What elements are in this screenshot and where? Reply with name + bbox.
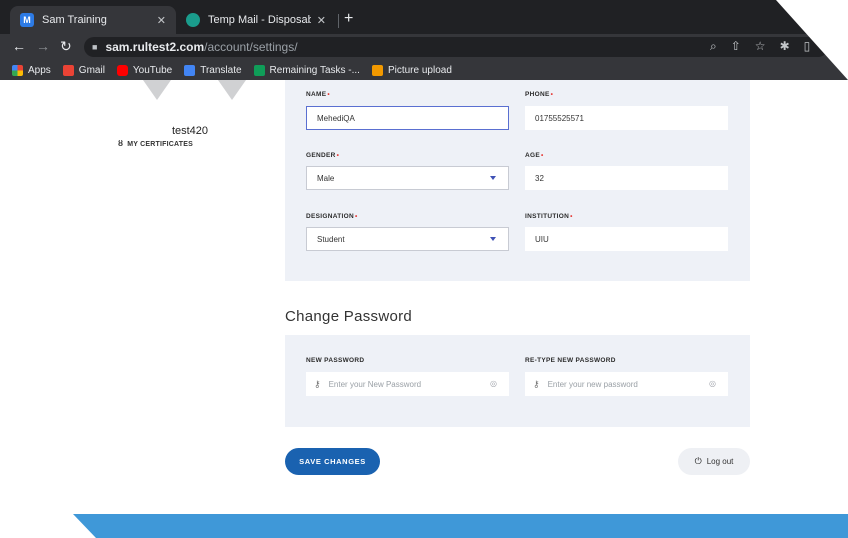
close-icon[interactable]: ✕ — [157, 14, 166, 27]
institution-field[interactable]: UIU — [525, 227, 728, 251]
bookmark-label: Apps — [28, 64, 51, 76]
corner-cut — [776, 0, 848, 80]
retype-password-input[interactable]: ⚷ Enter your new password ◎ — [525, 372, 728, 396]
label-text: GENDER — [306, 152, 336, 159]
key-icon: ⚷ — [314, 378, 321, 389]
decorative-chevron — [218, 80, 246, 100]
tab-temp-mail[interactable]: Temp Mail - Disposable Tempo ✕ — [176, 6, 336, 34]
close-icon[interactable]: ✕ — [317, 14, 326, 27]
bookmark-label: Gmail — [78, 64, 105, 76]
gender-value: Male — [317, 173, 335, 183]
required-marker: • — [354, 213, 358, 220]
back-arrow-icon[interactable]: ← — [12, 38, 26, 54]
browser-chrome: M Sam Training ✕ Temp Mail - Disposable … — [0, 0, 848, 80]
phone-label: PHONE• — [525, 91, 553, 98]
bookmark-remaining-tasks[interactable]: Remaining Tasks -... — [253, 64, 360, 76]
share-icon[interactable]: ⇧ — [731, 39, 741, 54]
new-tab-icon[interactable]: + — [344, 10, 353, 28]
label-text: INSTITUTION — [525, 213, 570, 220]
new-password-input[interactable]: ⚷ Enter your New Password ◎ — [306, 372, 509, 396]
browser-toolbar: ← → ↻ ■ sam.rultest2.com /account/settin… — [0, 34, 848, 60]
required-marker: • — [541, 152, 544, 159]
profile-form-card: NAME• MehediQA PHONE• 01755525571 GENDER… — [285, 80, 750, 281]
url-path: /account/settings/ — [204, 40, 298, 54]
tab-title: Temp Mail - Disposable Tempo — [208, 14, 311, 26]
certificates-label: MY CERTIFICATES — [127, 141, 193, 148]
search-icon[interactable]: ⌕ — [710, 39, 717, 54]
chevron-down-icon — [490, 176, 496, 180]
save-changes-button[interactable]: SAVE CHANGES — [285, 448, 380, 475]
new-password-label: NEW PASSWORD — [306, 357, 365, 364]
name-label: NAME• — [306, 91, 330, 98]
eye-slash-icon[interactable]: ◎ — [490, 379, 497, 388]
bookmark-label: YouTube — [132, 64, 173, 76]
bookmark-translate[interactable]: Translate — [184, 64, 242, 76]
retype-password-placeholder: Enter your new password — [547, 379, 638, 389]
designation-value: Student — [317, 234, 345, 244]
tab-title: Sam Training — [42, 14, 107, 26]
age-field[interactable]: 32 — [525, 166, 728, 190]
bookmarks-bar: Apps Gmail YouTube Translate Remaining T… — [0, 60, 848, 80]
footer-band — [73, 514, 848, 538]
key-icon: ⚷ — [533, 378, 540, 389]
designation-select[interactable]: Student — [306, 227, 509, 251]
lock-icon: ■ — [92, 42, 98, 52]
apps-grid-icon — [12, 64, 23, 76]
bookmark-label: Picture upload — [387, 64, 452, 76]
star-icon[interactable]: ☆ — [755, 39, 766, 54]
sam-training-favicon-icon: M — [20, 13, 34, 27]
required-marker: • — [327, 91, 330, 98]
decorative-chevron — [143, 80, 171, 100]
age-label: AGE• — [525, 152, 544, 159]
logout-label: Log out — [706, 457, 734, 466]
name-field[interactable]: MehediQA — [306, 106, 509, 130]
label-text: AGE — [525, 152, 540, 159]
reload-icon[interactable]: ↻ — [60, 38, 72, 55]
new-password-placeholder: Enter your New Password — [328, 379, 422, 389]
forward-arrow-icon[interactable]: → — [36, 38, 50, 54]
bookmark-apps[interactable]: Apps — [12, 64, 51, 76]
bookmark-gmail[interactable]: Gmail — [62, 64, 105, 76]
chevron-down-icon — [490, 237, 496, 241]
power-icon: ⏻ — [694, 456, 702, 466]
temp-mail-favicon-icon — [186, 13, 200, 27]
tasks-icon — [253, 64, 265, 76]
tab-divider — [338, 14, 339, 28]
gender-select[interactable]: Male — [306, 166, 509, 190]
label-text: NAME — [306, 91, 327, 98]
retype-password-label: RE-TYPE NEW PASSWORD — [525, 357, 616, 364]
gmail-icon — [62, 64, 74, 76]
bookmark-label: Translate — [200, 64, 242, 76]
profile-username: test420 — [171, 125, 209, 137]
url-host: sam.rultest2.com — [105, 40, 205, 54]
label-text: DESIGNATION — [306, 213, 354, 220]
phone-field[interactable]: 01755525571 — [525, 106, 728, 130]
bookmark-picture-upload[interactable]: Picture upload — [371, 64, 452, 76]
institution-label: INSTITUTION• — [525, 213, 573, 220]
my-certificates-link[interactable]: ȣ MY CERTIFICATES — [118, 139, 193, 148]
translate-icon — [184, 64, 196, 76]
required-marker: • — [550, 91, 554, 98]
medal-icon: ȣ — [118, 139, 124, 148]
required-marker: • — [570, 213, 573, 220]
designation-label: DESIGNATION• — [306, 213, 358, 220]
required-marker: • — [336, 152, 340, 159]
youtube-icon — [116, 64, 128, 76]
label-text: PHONE — [525, 91, 550, 98]
logout-button[interactable]: ⏻ Log out — [678, 448, 750, 475]
bookmark-label: Remaining Tasks -... — [269, 64, 360, 76]
change-password-card: NEW PASSWORD ⚷ Enter your New Password ◎… — [285, 335, 750, 427]
change-password-title: Change Password — [285, 308, 413, 325]
bookmark-youtube[interactable]: YouTube — [116, 64, 173, 76]
eye-slash-icon[interactable]: ◎ — [709, 379, 716, 388]
gender-label: GENDER• — [306, 152, 339, 159]
play-icon — [371, 64, 383, 76]
tab-sam-training[interactable]: M Sam Training ✕ — [10, 6, 176, 34]
page: M Sam Training ✕ Temp Mail - Disposable … — [0, 0, 848, 538]
